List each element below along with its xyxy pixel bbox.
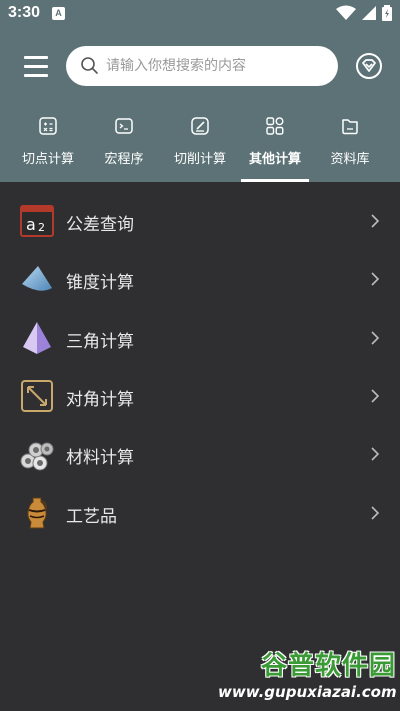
- grid-icon: [266, 117, 284, 135]
- tab-cut-point[interactable]: 切点计算: [10, 114, 86, 182]
- status-bar: 3:30 A: [0, 0, 400, 28]
- cone-icon: [22, 266, 52, 291]
- status-icons: [335, 5, 392, 23]
- tab-library[interactable]: 资料库: [312, 114, 388, 182]
- watermark-url: www.gupuxiazai.com: [218, 683, 397, 701]
- item-label: 工艺品: [66, 507, 117, 527]
- wifi-icon: [335, 5, 356, 20]
- tab-label: 切点计算: [21, 152, 74, 167]
- app-header: 3:30 A 切点计算: [0, 0, 400, 182]
- watermark: 谷普软件园 www.gupuxiazai.com: [218, 650, 397, 708]
- list-item-triangle[interactable]: 三角计算: [0, 309, 400, 367]
- list-item-diagonal[interactable]: 对角计算: [0, 367, 400, 425]
- chevron-right-icon: [371, 214, 380, 228]
- list-item-material[interactable]: 材料计算: [0, 425, 400, 483]
- battery-icon: [382, 5, 392, 21]
- diagonal-arrow-icon: [21, 380, 53, 412]
- item-label: 材料计算: [66, 448, 134, 468]
- search-box[interactable]: [66, 46, 338, 86]
- svg-text:2: 2: [38, 221, 45, 234]
- terminal-icon: [115, 118, 133, 134]
- item-label: 三角计算: [66, 332, 134, 352]
- tab-label: 资料库: [330, 152, 370, 167]
- diamond-icon: [356, 53, 382, 79]
- watermark-title: 谷普软件园: [260, 651, 396, 681]
- chevron-right-icon: [371, 389, 380, 403]
- list-item-crafts[interactable]: 工艺品: [0, 484, 400, 542]
- menu-button[interactable]: [22, 52, 50, 80]
- menu-icon-bar: [24, 74, 48, 77]
- signal-icon: [361, 6, 376, 20]
- tolerance-a2-icon: a 2: [20, 205, 54, 237]
- item-label: 对角计算: [66, 390, 134, 410]
- tab-label: 宏程序: [104, 152, 144, 167]
- menu-icon: [24, 56, 48, 59]
- tab-bar: 切点计算 宏程序 切削计算 其他计算 资料库: [0, 114, 400, 182]
- svg-text:a: a: [26, 215, 36, 234]
- chevron-right-icon: [371, 272, 380, 286]
- folder-icon: [342, 119, 358, 135]
- active-tab-indicator: [241, 179, 309, 182]
- chevron-right-icon: [371, 447, 380, 461]
- menu-icon-bar: [24, 65, 48, 68]
- tab-cutting[interactable]: 切削计算: [162, 114, 238, 182]
- search-input[interactable]: [106, 46, 326, 86]
- app-notification-icon: A: [52, 7, 65, 20]
- item-label: 公差查询: [66, 215, 134, 235]
- chevron-right-icon: [371, 506, 380, 520]
- pipes-icon: [20, 442, 54, 471]
- item-label: 锥度计算: [66, 273, 134, 293]
- calculator-icon: [39, 117, 57, 135]
- tab-label: 其他计算: [248, 152, 301, 167]
- tab-macro[interactable]: 宏程序: [86, 114, 162, 182]
- tab-label: 切削计算: [173, 152, 226, 167]
- vase-icon: [27, 497, 47, 529]
- edit-icon: [191, 117, 209, 135]
- list-item-taper[interactable]: 锥度计算: [0, 250, 400, 308]
- search-icon: [81, 57, 98, 74]
- chevron-right-icon: [371, 331, 380, 345]
- vip-button[interactable]: [355, 52, 383, 80]
- tab-other[interactable]: 其他计算: [237, 114, 313, 182]
- pyramid-icon: [23, 322, 51, 354]
- list-item-tolerance[interactable]: a 2 公差查询: [0, 192, 400, 250]
- status-time: 3:30: [8, 4, 41, 21]
